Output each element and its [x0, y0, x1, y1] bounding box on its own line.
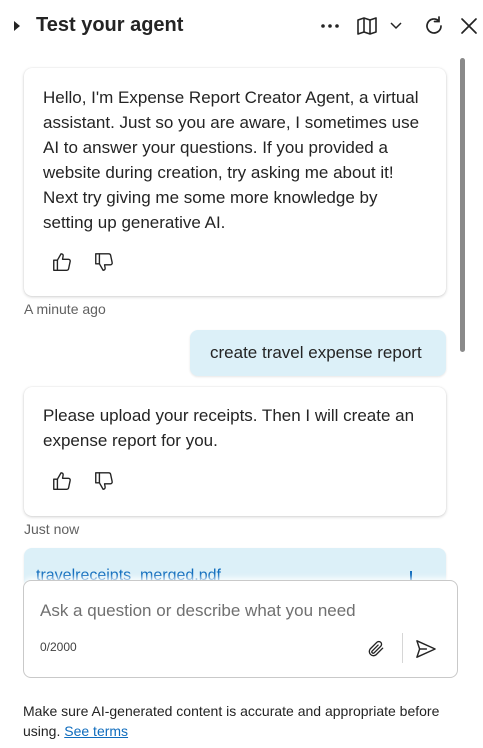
bot-message-welcome: Hello, I'm Expense Report Creator Agent,… — [24, 68, 446, 296]
send-icon[interactable] — [413, 636, 439, 662]
composer-divider — [402, 633, 403, 663]
refresh-icon[interactable] — [421, 13, 447, 39]
chevron-down-icon[interactable] — [383, 13, 409, 39]
thumbs-up-icon[interactable] — [48, 248, 76, 276]
message-timestamp: A minute ago — [24, 301, 106, 317]
panel-title: Test your agent — [36, 14, 184, 36]
ai-disclaimer: Make sure AI-generated content is accura… — [23, 701, 463, 741]
message-composer[interactable]: Ask a question or describe what you need… — [23, 580, 458, 678]
chat-scrollbar[interactable] — [460, 58, 465, 352]
message-input[interactable]: Ask a question or describe what you need — [40, 601, 356, 621]
bot-message-upload: Please upload your receipts. Then I will… — [24, 387, 446, 516]
user-message: create travel expense report — [190, 330, 446, 376]
thumbs-up-icon[interactable] — [48, 467, 76, 495]
bot-message-text: Hello, I'm Expense Report Creator Agent,… — [43, 88, 420, 232]
see-terms-link[interactable]: See terms — [64, 723, 128, 739]
message-timestamp: Just now — [24, 521, 80, 537]
more-options-icon[interactable] — [317, 13, 343, 39]
thumbs-down-icon[interactable] — [90, 467, 118, 495]
character-counter: 0/2000 — [40, 640, 77, 654]
thumbs-down-icon[interactable] — [90, 248, 118, 276]
close-icon[interactable] — [456, 13, 482, 39]
caret-right-icon[interactable] — [13, 19, 23, 33]
user-message-text: create travel expense report — [210, 343, 422, 362]
attach-icon[interactable] — [363, 636, 389, 662]
header: Test your agent — [0, 0, 483, 52]
map-icon[interactable] — [354, 13, 380, 39]
bot-message-text: Please upload your receipts. Then I will… — [43, 406, 415, 450]
